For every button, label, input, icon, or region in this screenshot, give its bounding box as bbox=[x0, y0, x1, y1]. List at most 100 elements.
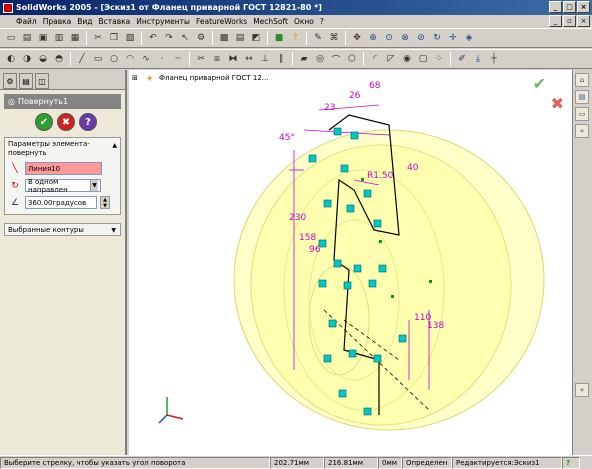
axis-field[interactable]: Линия10 bbox=[25, 162, 102, 175]
properties-icon[interactable]: ▤ bbox=[233, 31, 247, 45]
open-icon[interactable]: ▤ bbox=[20, 31, 34, 45]
confirm-ok-button[interactable]: ✔ bbox=[533, 74, 546, 93]
zoom-area-icon[interactable]: ⊙ bbox=[382, 31, 396, 45]
print-preview-icon[interactable]: ▦ bbox=[68, 31, 82, 45]
chevron-down-icon[interactable]: ▼ bbox=[90, 180, 98, 191]
menu-insert[interactable]: Вставка bbox=[96, 17, 134, 26]
collapse-up-icon[interactable]: ▲ bbox=[112, 141, 117, 150]
pan-icon[interactable]: ✥ bbox=[350, 31, 364, 45]
extrude-icon[interactable]: ▰ bbox=[297, 52, 311, 66]
menu-featureworks[interactable]: FeatureWorks bbox=[193, 17, 250, 26]
collapse-pane-icon[interactable]: « bbox=[575, 383, 589, 397]
zoom-fit-icon[interactable]: ⊕ bbox=[366, 31, 380, 45]
dim-138[interactable]: 138 bbox=[427, 321, 444, 331]
menu-edit[interactable]: Правка bbox=[40, 17, 75, 26]
options-icon[interactable]: ▩ bbox=[217, 31, 231, 45]
loft-icon[interactable]: ⬡ bbox=[345, 52, 359, 66]
help-button[interactable]: ? bbox=[79, 113, 97, 131]
library-icon[interactable]: ▤ bbox=[575, 90, 589, 104]
paste-icon[interactable]: ▧ bbox=[123, 31, 137, 45]
section-view-icon[interactable]: ◓ bbox=[52, 52, 66, 66]
group-title[interactable]: Параметры элемента-повернуть ▲ bbox=[5, 138, 120, 160]
dim-40[interactable]: 40 bbox=[407, 163, 419, 173]
confirm-cancel-button[interactable]: ✖ bbox=[551, 94, 564, 113]
doc-close-button[interactable]: × bbox=[577, 15, 590, 27]
rebuild-icon[interactable]: ⚙ bbox=[194, 31, 208, 45]
menu-window[interactable]: Окно bbox=[291, 17, 317, 26]
dim-r1-50[interactable]: R1.50 bbox=[367, 171, 394, 181]
offset-icon[interactable]: ⧈ bbox=[210, 52, 224, 66]
display-style-icon[interactable]: ◐ bbox=[4, 52, 18, 66]
maximize-button[interactable]: □ bbox=[563, 1, 576, 13]
print-icon[interactable]: ▥ bbox=[52, 31, 66, 45]
select-icon[interactable]: ↖ bbox=[178, 31, 192, 45]
hidden-lines-icon[interactable]: ◒ bbox=[36, 52, 50, 66]
assembly-icon[interactable]: ◩ bbox=[249, 31, 263, 45]
hole-icon[interactable]: ◉ bbox=[400, 52, 414, 66]
chamfer-icon[interactable]: ◸ bbox=[384, 52, 398, 66]
sweep-icon[interactable]: ⌒ bbox=[329, 52, 343, 66]
line-icon[interactable]: ╱ bbox=[75, 52, 89, 66]
circle-icon[interactable]: ○ bbox=[107, 52, 121, 66]
axis-icon[interactable]: ┼ bbox=[487, 52, 501, 66]
fillet-icon[interactable]: ◜ bbox=[368, 52, 382, 66]
arc-icon[interactable]: ◠ bbox=[123, 52, 137, 66]
minimize-button[interactable]: _ bbox=[549, 1, 562, 13]
graphics-viewport[interactable]: ⊞ ◈ Фланец приварной ГОСТ 12... 26 68 23… bbox=[129, 70, 572, 455]
sketch-icon[interactable]: ✐ bbox=[455, 52, 469, 66]
zoom-selection-icon[interactable]: ⊘ bbox=[414, 31, 428, 45]
new-icon[interactable]: ▭ bbox=[4, 31, 18, 45]
menu-mechsoft[interactable]: MechSoft bbox=[250, 17, 291, 26]
property-manager-tab-icon[interactable]: ▤ bbox=[19, 73, 33, 89]
dim-68[interactable]: 68 bbox=[369, 81, 381, 91]
menu-view[interactable]: Вид bbox=[74, 17, 95, 26]
menu-help[interactable]: ? bbox=[317, 17, 327, 26]
view-orientation-icon[interactable]: ◈ bbox=[462, 31, 476, 45]
copy-icon[interactable]: ❐ bbox=[107, 31, 121, 45]
rotate-view-icon[interactable]: ↻ bbox=[430, 31, 444, 45]
exit-sketch-icon[interactable]: ⤓ bbox=[471, 52, 485, 66]
dim-230[interactable]: 230 bbox=[289, 213, 306, 223]
angle-stepper[interactable]: ▲ ▼ bbox=[100, 196, 110, 209]
dim-23[interactable]: 23 bbox=[324, 103, 335, 113]
expand-pane-icon[interactable]: « bbox=[575, 124, 589, 138]
collapse-down-icon[interactable]: ▼ bbox=[111, 227, 116, 234]
configuration-manager-tab-icon[interactable]: ◫ bbox=[35, 73, 49, 89]
color-icon[interactable]: ■ bbox=[272, 31, 286, 45]
trim-icon[interactable]: ✂ bbox=[194, 52, 208, 66]
folder-icon[interactable]: ▭ bbox=[575, 107, 589, 121]
feature-manager-tab-icon[interactable]: ⚙ bbox=[3, 73, 17, 89]
selected-contours-group[interactable]: Выбранные контуры ▼ bbox=[4, 223, 121, 236]
close-button[interactable]: × bbox=[577, 1, 590, 13]
zoom-in-out-icon[interactable]: ⊗ bbox=[398, 31, 412, 45]
display-relations-icon[interactable]: ∥ bbox=[274, 52, 288, 66]
undo-icon[interactable]: ↶ bbox=[146, 31, 160, 45]
add-relation-icon[interactable]: ⊥ bbox=[258, 52, 272, 66]
revolve-icon[interactable]: ◎ bbox=[313, 52, 327, 66]
save-icon[interactable]: ▣ bbox=[36, 31, 50, 45]
dim-45-deg[interactable]: 45° bbox=[279, 133, 295, 143]
smart-dimension-icon[interactable]: ↔ bbox=[242, 52, 256, 66]
menu-file[interactable]: Файл bbox=[4, 17, 40, 26]
doc-restore-button[interactable]: ▫ bbox=[563, 15, 576, 27]
redo-icon[interactable]: ↷ bbox=[162, 31, 176, 45]
ok-button[interactable]: ✔ bbox=[35, 113, 53, 131]
mirror-icon[interactable]: ⧓ bbox=[226, 52, 240, 66]
cut-icon[interactable]: ✂ bbox=[91, 31, 105, 45]
doc-minimize-button[interactable]: _ bbox=[549, 15, 562, 27]
menu-tools[interactable]: Инструменты bbox=[133, 17, 193, 26]
rectangle-icon[interactable]: ▭ bbox=[91, 52, 105, 66]
cancel-button[interactable]: ✖ bbox=[57, 113, 75, 131]
centerline-icon[interactable]: ┄ bbox=[171, 52, 185, 66]
angle-field[interactable]: 360.00градусов bbox=[25, 196, 97, 209]
design-library-icon[interactable]: ⌘ bbox=[327, 31, 341, 45]
dim-26[interactable]: 26 bbox=[349, 91, 361, 101]
help-icon[interactable]: ? bbox=[288, 31, 302, 45]
shaded-icon[interactable]: ◑ bbox=[20, 52, 34, 66]
toolbox-icon[interactable]: ✎ bbox=[311, 31, 325, 45]
pan-view-icon[interactable]: ✛ bbox=[446, 31, 460, 45]
home-icon[interactable]: ⌂ bbox=[575, 73, 589, 87]
point-icon[interactable]: · bbox=[155, 52, 169, 66]
dim-158[interactable]: 158 bbox=[299, 233, 316, 243]
pattern-icon[interactable]: ⁘ bbox=[432, 52, 446, 66]
